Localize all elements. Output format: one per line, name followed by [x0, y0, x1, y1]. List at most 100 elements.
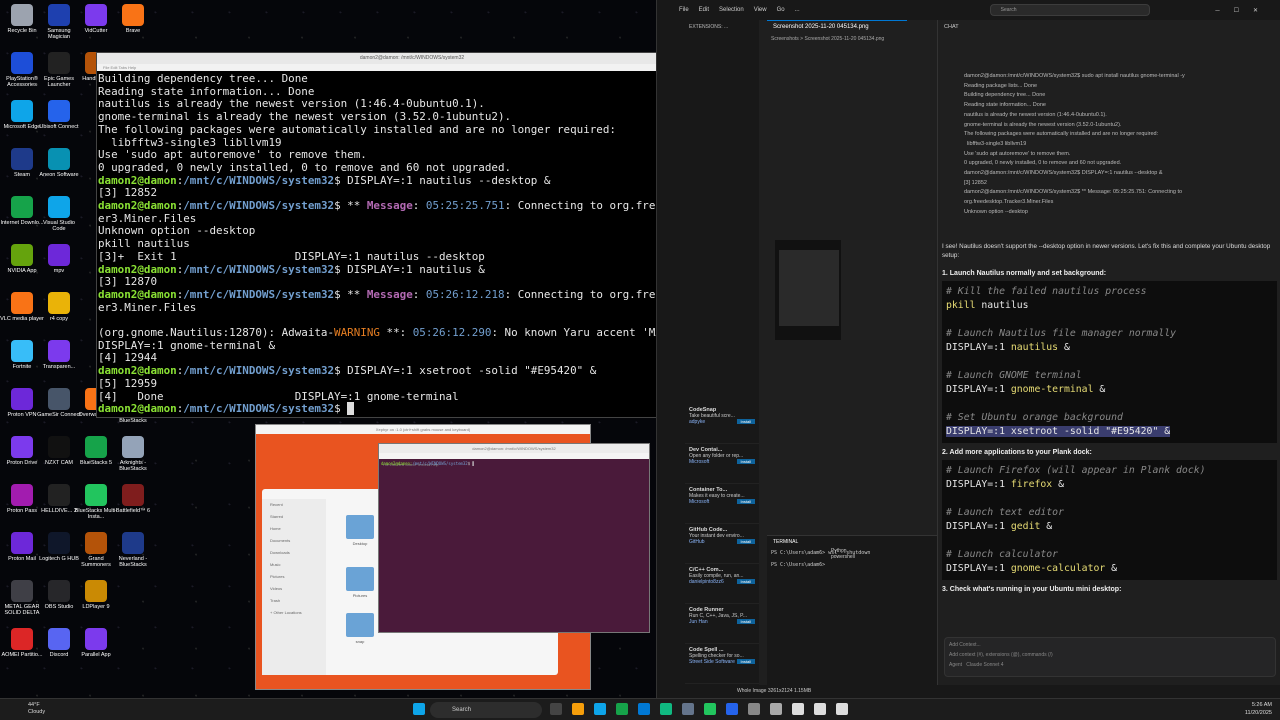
taskbar-app-icon[interactable] — [814, 703, 826, 715]
app-icon — [11, 580, 33, 602]
terminal-list-item[interactable]: powershell — [831, 554, 855, 560]
breadcrumb[interactable]: Screenshots > Screenshot 2025-11-20 0451… — [767, 34, 937, 44]
install-button[interactable]: Install — [736, 619, 755, 624]
desktop-icon[interactable]: Brave — [111, 2, 155, 50]
taskbar-app-icon[interactable] — [770, 703, 782, 715]
files-sidebar-item[interactable]: Starred — [262, 511, 326, 523]
taskbar-app-icon[interactable] — [616, 703, 628, 715]
desktop-icon[interactable]: r4 copy — [37, 290, 81, 338]
image-preview — [775, 240, 935, 340]
files-sidebar-item[interactable]: Videos — [262, 583, 326, 595]
menu-file[interactable]: File — [679, 7, 689, 13]
panel-tab-terminal[interactable]: TERMINAL — [767, 536, 937, 548]
clock[interactable]: 5:26 AM 11/20/2025 — [1245, 701, 1272, 717]
terminal-list[interactable]: Python powershell — [831, 548, 855, 560]
extension-item[interactable]: Dev Contai... Open any folder or rep... Mi… — [685, 444, 759, 484]
desktop-icon[interactable]: Ubisoft Connect — [37, 98, 81, 146]
taskbar-app-icon[interactable] — [682, 703, 694, 715]
code-block[interactable]: # Launch Firefox (will appear in Plank d… — [942, 459, 1277, 580]
install-button[interactable]: Install — [736, 659, 755, 664]
app-icon — [122, 532, 144, 554]
menu-more[interactable]: ... — [795, 7, 800, 13]
terminal-window[interactable]: damon2@damon: /mnt/c/WINDOWS/system32 Fi… — [96, 52, 728, 418]
desktop-icon[interactable]: Aneon Software — [37, 146, 81, 194]
extension-item[interactable]: Container To... Makes it easy to create..… — [685, 484, 759, 524]
install-button[interactable]: Install — [736, 419, 755, 424]
agent-select[interactable]: Agent — [949, 662, 962, 668]
chat-panel[interactable]: CHAT damon2@damon:/mnt/c/WINDOWS/system3… — [937, 20, 1280, 685]
vscode-window[interactable]: File Edit Selection View Go ... Search ─… — [656, 0, 1280, 698]
panel-terminal-output[interactable]: PS C:\Users\adam6> wsl --shutdown PS C:\… — [767, 548, 870, 570]
window-controls[interactable]: ─☐✕ — [1215, 7, 1272, 14]
command-search[interactable]: Search — [989, 4, 1150, 16]
files-sidebar-item[interactable]: Home — [262, 523, 326, 535]
start-button[interactable] — [413, 703, 425, 715]
extension-publisher: danielpinto8zz6 — [689, 579, 724, 585]
desktop-icon[interactable]: Neverland - BlueStacks — [111, 530, 155, 578]
menu-go[interactable]: Go — [777, 7, 785, 13]
files-sidebar-item[interactable]: Trash — [262, 595, 326, 607]
desktop-icon-label: Arknights - BlueStacks — [119, 460, 147, 472]
chat-input[interactable]: Add Context... Add context (#), extensio… — [944, 637, 1276, 677]
taskbar-search[interactable]: Search — [430, 702, 542, 718]
files-sidebar-item[interactable]: Documents — [262, 535, 326, 547]
terminal-output[interactable]: Building dependency tree... Done Reading… — [97, 71, 727, 417]
terminal-panel[interactable]: TERMINAL PS C:\Users\adam6> wsl --shutdo… — [767, 535, 937, 685]
files-sidebar[interactable]: Recent Starred Home Documents Downloads Music… — [262, 499, 326, 675]
extension-item[interactable]: C/C++ Com... Easily compile, run, an... da… — [685, 564, 759, 604]
taskbar-app-icon[interactable] — [638, 703, 650, 715]
extension-item[interactable]: Code Runner Run C, C++, Java, JS, P... Jun… — [685, 604, 759, 644]
assistant-reply: I see! Nautilus doesn't support the --de… — [942, 242, 1271, 259]
files-sidebar-item[interactable]: Music — [262, 559, 326, 571]
desktop-icon-label: Ubisoft Connect — [39, 124, 79, 130]
files-sidebar-item[interactable]: Downloads — [262, 547, 326, 559]
desktop-icon[interactable]: Transparen... — [37, 338, 81, 386]
xephyr-title: Xephyr on :1.0 (ctrl+shift grabs mouse a… — [256, 425, 590, 434]
menu-edit[interactable]: Edit — [699, 7, 709, 13]
weather-widget[interactable]: 44°F Cloudy — [28, 702, 45, 716]
editor-tab[interactable]: Screenshot 2025-11-20 045134.png — [767, 20, 907, 34]
desktop-icon[interactable]: mpv — [37, 242, 81, 290]
app-icon — [85, 4, 107, 26]
desktop-icon[interactable]: Battlefield™ 6 — [111, 482, 155, 530]
code-block[interactable]: # Kill the failed nautilus process pkill… — [942, 280, 1277, 443]
desktop-icon[interactable]: Arknights - BlueStacks — [111, 434, 155, 482]
extension-item[interactable]: GitHub Code... Your instant dev enviro...… — [685, 524, 759, 564]
taskbar-app-icon[interactable] — [572, 703, 584, 715]
menu-view[interactable]: View — [754, 7, 767, 13]
menu-selection[interactable]: Selection — [719, 7, 744, 13]
chat-input-placeholder[interactable]: Add context (#), extensions (@), command… — [949, 652, 1271, 658]
app-icon — [122, 436, 144, 458]
taskbar-app-icon[interactable] — [550, 703, 562, 715]
install-button[interactable]: Install — [736, 539, 755, 544]
taskbar-app-icon[interactable] — [704, 703, 716, 715]
desktop-icon[interactable]: LDPlayer 9 — [74, 578, 118, 626]
folder-icon[interactable] — [346, 515, 374, 539]
taskbar-app-icon[interactable] — [792, 703, 804, 715]
files-sidebar-item[interactable]: + Other Locations — [262, 607, 326, 619]
gnome-terminal-window[interactable]: damon2@damon: /mnt/c/WINDOWS/system32 Fi… — [378, 443, 650, 633]
model-select[interactable]: Claude Sonnet 4 — [966, 662, 1003, 668]
install-button[interactable]: Install — [736, 459, 755, 464]
extensions-list-top[interactable] — [685, 34, 759, 404]
taskbar-app-icon[interactable] — [660, 703, 672, 715]
extension-item[interactable]: CodeSnap Take beautiful scre... adpyke Inst… — [685, 404, 759, 444]
taskbar-app-icon[interactable] — [594, 703, 606, 715]
folder-icon[interactable] — [346, 567, 374, 591]
editor-area[interactable]: Screenshot 2025-11-20 045134.png Screens… — [767, 20, 937, 535]
install-button[interactable]: Install — [736, 579, 755, 584]
desktop-icon[interactable]: Visual Studio Code — [37, 194, 81, 242]
taskbar-app-icon[interactable] — [748, 703, 760, 715]
extension-item[interactable]: Code Spell ... Spelling checker for so...… — [685, 644, 759, 684]
desktop-icon[interactable]: Parallel App — [74, 626, 118, 674]
taskbar-app-icon[interactable] — [836, 703, 848, 715]
extensions-view[interactable]: EXTENSIONS: ... CodeSnap Take beautiful s… — [685, 20, 759, 698]
activity-bar[interactable] — [657, 20, 685, 698]
terminal-menu[interactable]: File Edit Tabs Help — [97, 64, 727, 71]
files-sidebar-item[interactable]: Recent — [262, 499, 326, 511]
taskbar-app-icon[interactable] — [726, 703, 738, 715]
files-sidebar-item[interactable]: Pictures — [262, 571, 326, 583]
folder-icon[interactable] — [346, 613, 374, 637]
install-button[interactable]: Install — [736, 499, 755, 504]
add-context-button[interactable]: Add Context... — [949, 642, 1271, 648]
